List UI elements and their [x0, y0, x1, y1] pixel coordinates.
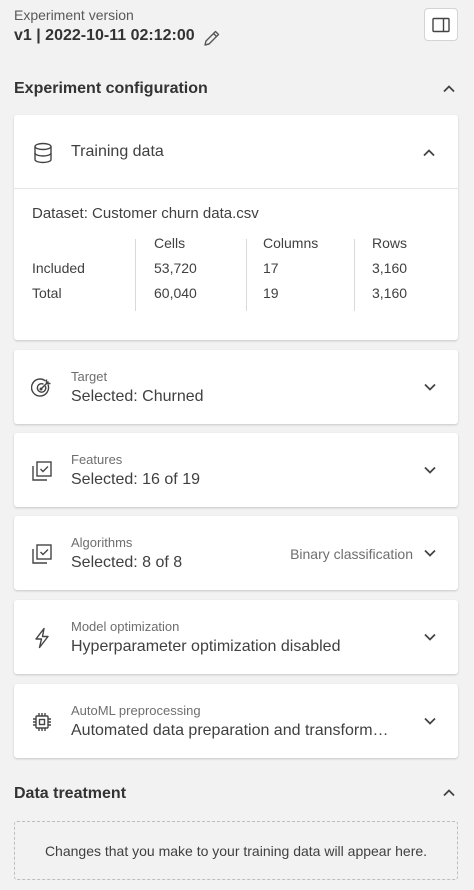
included-rows: 3,160: [372, 260, 408, 276]
side-panel-icon: [432, 17, 450, 32]
target-icon: [30, 377, 53, 399]
lightning-icon: [31, 627, 53, 649]
processor-icon: [31, 711, 53, 733]
model-optimization-section[interactable]: Model optimization Hyperparameter optimi…: [14, 600, 458, 674]
column-header-cells: Cells: [154, 235, 186, 251]
target-value: Selected: Churned: [71, 388, 204, 405]
automl-preprocessing-section[interactable]: AutoML preprocessing Automated data prep…: [14, 684, 458, 758]
training-data-header[interactable]: Training data: [14, 115, 458, 189]
checklist-icon: [31, 543, 53, 565]
target-section[interactable]: Target Selected: Churned: [14, 350, 458, 424]
training-data-card: Training data Dataset: Customer churn da…: [14, 115, 458, 340]
target-label: Target: [71, 369, 108, 384]
dataset-stats-table: Cells Columns Rows Included 53,720 17 3,…: [32, 235, 442, 311]
chevron-up-icon[interactable]: [439, 79, 459, 99]
data-treatment-placeholder: Changes that you make to your training d…: [14, 821, 458, 880]
data-treatment-empty-message: Changes that you make to your training d…: [44, 842, 428, 859]
version-label: Experiment version: [14, 7, 134, 23]
total-cells: 60,040: [154, 285, 197, 301]
version-value: v1 | 2022-10-11 02:12:00: [14, 27, 195, 44]
experiment-configuration-title: Experiment configuration: [14, 80, 208, 97]
total-rows: 3,160: [372, 285, 408, 301]
chevron-down-icon: [420, 543, 440, 563]
chevron-down-icon: [420, 627, 440, 647]
dataset-name: Dataset: Customer churn data.csv: [32, 205, 259, 222]
features-label: Features: [71, 452, 123, 467]
automl-preprocessing-label: AutoML preprocessing: [71, 703, 201, 718]
model-optimization-value: Hyperparameter optimization disabled: [71, 638, 341, 655]
row-label-included: Included: [32, 260, 85, 276]
row-label-total: Total: [32, 285, 62, 301]
column-header-rows: Rows: [372, 235, 408, 251]
column-header-columns: Columns: [263, 235, 319, 251]
chevron-down-icon: [420, 460, 440, 480]
toggle-panel-button[interactable]: [424, 8, 458, 41]
data-treatment-title: Data treatment: [14, 785, 127, 802]
model-optimization-label: Model optimization: [71, 619, 180, 634]
chevron-down-icon: [420, 711, 440, 731]
algorithms-value: Selected: 8 of 8: [71, 554, 183, 571]
edit-icon[interactable]: [202, 28, 222, 48]
training-data-title: Training data: [71, 143, 164, 160]
included-cells: 53,720: [154, 260, 197, 276]
features-section[interactable]: Features Selected: 16 of 19: [14, 433, 458, 507]
database-icon: [32, 142, 54, 164]
algorithms-label: Algorithms: [71, 535, 133, 550]
chevron-up-icon[interactable]: [419, 143, 439, 163]
total-columns: 19: [263, 285, 279, 301]
algorithms-section[interactable]: Algorithms Selected: 8 of 8 Binary class…: [14, 516, 458, 590]
included-columns: 17: [263, 260, 279, 276]
chevron-up-icon[interactable]: [439, 783, 459, 803]
chevron-down-icon: [420, 377, 440, 397]
model-type-label: Binary classification: [290, 546, 413, 562]
checklist-icon: [31, 460, 53, 482]
features-value: Selected: 16 of 19: [71, 471, 200, 488]
automl-preprocessing-value: Automated data preparation and transform…: [71, 722, 389, 739]
